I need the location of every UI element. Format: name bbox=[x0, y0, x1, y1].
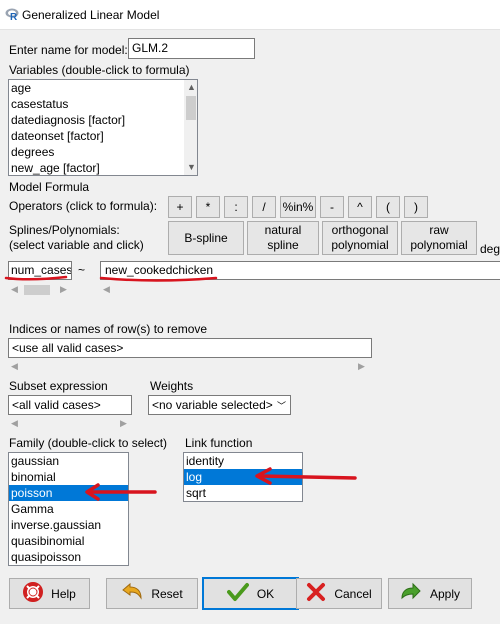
family-listbox[interactable]: gaussian binomial poisson Gamma inverse.… bbox=[8, 452, 129, 566]
list-item[interactable]: datediagnosis [factor] bbox=[9, 112, 184, 128]
apply-button[interactable]: Apply bbox=[388, 578, 472, 609]
list-item[interactable]: binomial bbox=[9, 469, 128, 485]
operator-plus-button[interactable]: + bbox=[168, 196, 192, 218]
list-item[interactable]: quasibinomial bbox=[9, 533, 128, 549]
scroll-thumb[interactable] bbox=[186, 96, 196, 120]
list-item-selected[interactable]: poisson bbox=[9, 485, 128, 501]
cancel-button-label: Cancel bbox=[334, 586, 372, 601]
list-item-selected[interactable]: log bbox=[184, 469, 302, 485]
formula-rhs-scrollbar[interactable]: ◀ bbox=[100, 283, 500, 297]
operator-colon-button[interactable]: : bbox=[224, 196, 248, 218]
variables-label: Variables (double-click to formula) bbox=[9, 63, 190, 77]
ok-button-label: OK bbox=[256, 586, 275, 601]
list-item[interactable]: dateonset [factor] bbox=[9, 128, 184, 144]
remove-rows-input[interactable]: <use all valid cases> bbox=[8, 338, 372, 358]
ok-button[interactable]: OK bbox=[202, 577, 299, 610]
apply-button-label: Apply bbox=[429, 586, 461, 601]
title-bar: R Generalized Linear Model bbox=[0, 0, 500, 30]
natural-spline-button[interactable]: natural spline bbox=[247, 221, 319, 255]
help-button-label: Help bbox=[51, 586, 76, 601]
help-icon bbox=[23, 582, 44, 605]
list-item[interactable]: quasipoisson bbox=[9, 549, 128, 565]
formula-rhs-input[interactable]: new_cookedchicken bbox=[100, 261, 500, 280]
operator-open-paren-button[interactable]: ( bbox=[376, 196, 400, 218]
chevron-down-icon[interactable]: ﹀ bbox=[277, 399, 286, 412]
scroll-left-icon[interactable]: ◀ bbox=[103, 284, 110, 295]
reset-button-label: Reset bbox=[151, 586, 183, 601]
checkmark-icon bbox=[226, 582, 249, 605]
help-button[interactable]: Help bbox=[9, 578, 90, 609]
subset-label: Subset expression bbox=[9, 379, 108, 393]
scroll-down-icon[interactable]: ▼ bbox=[187, 162, 196, 172]
scroll-right-icon[interactable]: ▶ bbox=[358, 361, 365, 372]
list-item[interactable]: inverse.gaussian bbox=[9, 517, 128, 533]
model-formula-label: Model Formula bbox=[9, 180, 90, 194]
subset-input[interactable]: <all valid cases> bbox=[8, 395, 132, 415]
splines-sub-label: (select variable and click) bbox=[9, 238, 144, 252]
link-function-label: Link function bbox=[185, 436, 253, 450]
undo-icon bbox=[121, 582, 143, 605]
operator-times-button[interactable]: * bbox=[196, 196, 220, 218]
list-item[interactable]: sqrt bbox=[184, 485, 302, 501]
scroll-left-icon[interactable]: ◀ bbox=[11, 418, 18, 429]
list-item[interactable]: Gamma bbox=[9, 501, 128, 517]
variables-listbox[interactable]: age casestatus datediagnosis [factor] da… bbox=[8, 79, 198, 176]
remove-rows-scrollbar[interactable]: ◀ ▶ bbox=[8, 361, 372, 373]
variables-scrollbar[interactable]: ▲ ▼ bbox=[184, 80, 197, 175]
b-spline-button[interactable]: B-spline bbox=[168, 221, 244, 255]
model-name-label: Enter name for model: bbox=[9, 43, 128, 57]
operator-close-paren-button[interactable]: ) bbox=[404, 196, 428, 218]
splines-label: Splines/Polynomials: bbox=[9, 223, 120, 237]
model-name-input[interactable]: GLM.2 bbox=[128, 38, 255, 59]
list-item[interactable]: casestatus bbox=[9, 96, 184, 112]
window-title: Generalized Linear Model bbox=[22, 8, 160, 22]
formula-lhs-scrollbar[interactable]: ◀ ▶ bbox=[8, 283, 72, 297]
raw-polynomial-button[interactable]: raw polynomial bbox=[401, 221, 477, 255]
family-label: Family (double-click to select) bbox=[9, 436, 168, 450]
weights-select[interactable]: <no variable selected> ﹀ bbox=[148, 395, 291, 415]
operator-power-button[interactable]: ^ bbox=[348, 196, 372, 218]
list-item[interactable]: degrees bbox=[9, 144, 184, 160]
scroll-thumb[interactable] bbox=[24, 285, 50, 295]
scroll-right-icon[interactable]: ▶ bbox=[120, 418, 127, 429]
weights-value: <no variable selected> bbox=[152, 398, 273, 412]
list-item[interactable]: identity bbox=[184, 453, 302, 469]
scroll-right-icon[interactable]: ▶ bbox=[60, 284, 67, 295]
svg-text:R: R bbox=[10, 12, 18, 21]
reset-button[interactable]: Reset bbox=[106, 578, 198, 609]
operator-in-button[interactable]: %in% bbox=[280, 196, 316, 218]
cancel-x-icon bbox=[306, 582, 326, 605]
list-item[interactable]: new_age [factor] bbox=[9, 160, 184, 175]
degree-label: deg bbox=[480, 242, 500, 256]
apply-arrow-icon bbox=[400, 582, 422, 605]
scroll-left-icon[interactable]: ◀ bbox=[11, 284, 18, 295]
variables-list: age casestatus datediagnosis [factor] da… bbox=[9, 80, 184, 175]
formula-lhs-input[interactable]: num_cases bbox=[8, 261, 72, 280]
operators-label: Operators (click to formula): bbox=[9, 199, 158, 213]
operator-minus-button[interactable]: - bbox=[320, 196, 344, 218]
operator-slash-button[interactable]: / bbox=[252, 196, 276, 218]
r-logo-icon: R bbox=[5, 8, 19, 21]
subset-scrollbar[interactable]: ◀ ▶ bbox=[8, 418, 132, 430]
remove-rows-label: Indices or names of row(s) to remove bbox=[9, 322, 208, 336]
orthogonal-polynomial-button[interactable]: orthogonal polynomial bbox=[322, 221, 398, 255]
cancel-button[interactable]: Cancel bbox=[296, 578, 382, 609]
list-item[interactable]: gaussian bbox=[9, 453, 128, 469]
scroll-left-icon[interactable]: ◀ bbox=[11, 361, 18, 372]
scroll-up-icon[interactable]: ▲ bbox=[187, 82, 196, 92]
link-function-listbox[interactable]: identity log sqrt bbox=[183, 452, 303, 502]
tilde-label: ~ bbox=[78, 263, 86, 277]
list-item[interactable]: age bbox=[9, 80, 184, 96]
weights-label: Weights bbox=[150, 379, 194, 393]
